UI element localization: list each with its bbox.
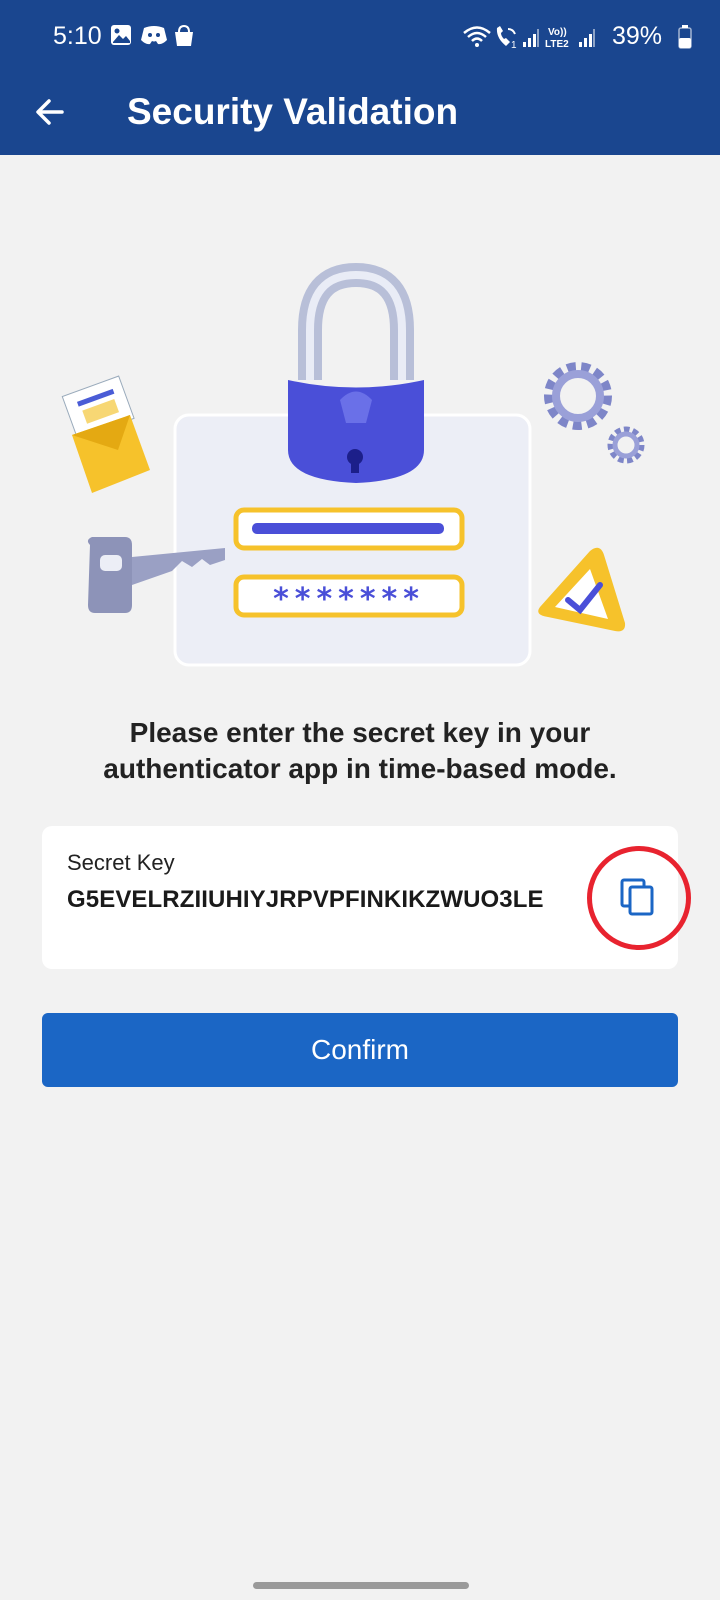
toolbar: Security Validation [0, 76, 720, 155]
arrow-left-icon [36, 99, 64, 125]
wifi-icon [463, 26, 491, 47]
home-indicator[interactable] [253, 1582, 469, 1589]
instruction-text: Please enter the secret key in your auth… [103, 717, 617, 784]
page-title: Security Validation [127, 91, 459, 132]
padlock-icon [288, 262, 424, 483]
svg-text:Vo)): Vo)) [548, 27, 567, 38]
envelope-icon [61, 375, 150, 493]
svg-text:1: 1 [511, 40, 517, 50]
gear-small-icon [607, 426, 645, 464]
password-mask: ******* [273, 582, 425, 617]
discord-icon [141, 26, 167, 45]
warning-check-icon [538, 547, 626, 632]
security-illustration: ******* [61, 262, 645, 667]
svg-text:LTE2: LTE2 [545, 39, 569, 50]
confirm-button[interactable]: Confirm [42, 1013, 678, 1087]
gallery-icon [111, 25, 131, 45]
signal-icon [579, 29, 595, 47]
back-button[interactable] [24, 86, 76, 138]
status-bar: 5:10 1 Vo)) LTE2 39% [0, 0, 720, 76]
secret-key-value: G5EVELRZIIUHIYJRPVPFINKIKZWUO3LE [67, 886, 544, 913]
wifi-calling-icon: 1 [496, 26, 517, 50]
status-time: 5:10 [53, 22, 102, 50]
battery-icon [678, 25, 692, 49]
shopping-bag-icon [175, 24, 193, 46]
app-header: 5:10 1 Vo)) LTE2 39% Security Validation [0, 0, 720, 155]
battery-percent: 39% [611, 22, 662, 50]
signal-icon [523, 29, 539, 47]
volte-icon: Vo)) LTE2 [545, 27, 569, 50]
highlight-ring [587, 846, 691, 950]
system-icons: 1 Vo)) LTE2 39% [462, 22, 692, 52]
secret-key-label: Secret Key [67, 850, 175, 875]
copy-button[interactable] [587, 846, 691, 950]
secret-key-card: Secret Key G5EVELRZIIUHIYJRPVPFINKIKZWUO… [42, 826, 691, 969]
gear-icon [544, 362, 612, 430]
